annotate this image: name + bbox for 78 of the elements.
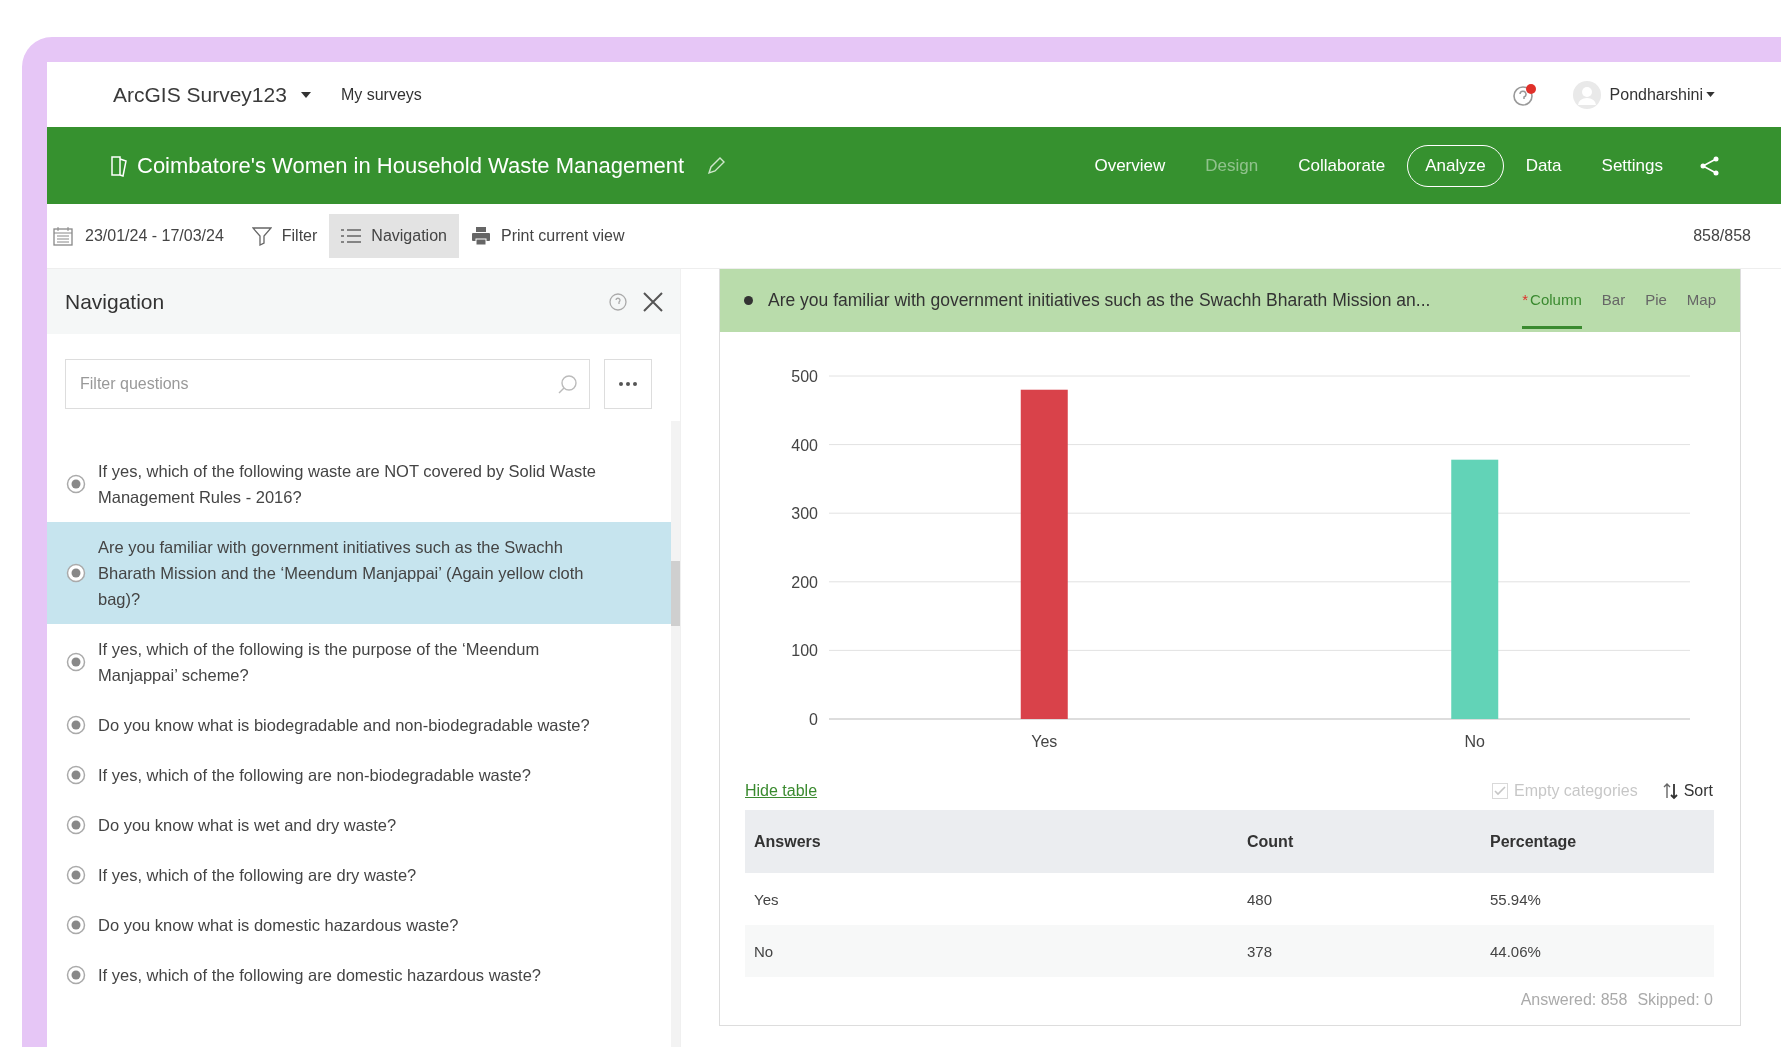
ellipsis-icon — [619, 382, 637, 386]
printer-icon — [470, 226, 491, 246]
record-count: 858/858 — [1693, 227, 1751, 245]
filter-button[interactable]: Filter — [239, 214, 330, 258]
question-item[interactable]: Do you know what is domestic hazardous waste? — [47, 900, 671, 950]
table-cell: 480 — [1238, 873, 1481, 925]
radio-icon — [66, 915, 86, 935]
share-icon[interactable] — [1699, 154, 1721, 177]
list-icon — [341, 228, 362, 244]
skipped-count: Skipped: 0 — [1637, 991, 1713, 1009]
y-tick-label: 100 — [791, 642, 818, 660]
bar[interactable] — [1020, 389, 1068, 719]
close-icon[interactable] — [642, 290, 664, 313]
scrollbar-thumb[interactable] — [671, 561, 680, 626]
calendar-icon[interactable] — [53, 226, 73, 246]
radio-icon — [66, 965, 86, 985]
survey-tab[interactable]: Collaborate — [1280, 144, 1404, 187]
survey-title: Coimbatore's Women in Household Waste Management — [137, 152, 685, 179]
radio-icon — [66, 715, 86, 735]
pencil-icon[interactable] — [706, 155, 727, 176]
date-range[interactable]: 23/01/24 - 17/03/24 — [85, 227, 224, 245]
help-icon[interactable] — [1511, 82, 1538, 107]
question-item[interactable]: Are you familiar with government initiatives such as the Swachh Bharath Mission and the ‘Meendum Manjappai’ (Again yellow cloth bag)? — [47, 522, 671, 624]
survey-tab[interactable]: Settings — [1583, 144, 1681, 187]
filter-icon — [251, 226, 272, 246]
chart-type-tab[interactable]: Map — [1686, 272, 1716, 329]
question-item[interactable]: If yes, which of the following waste are NOT covered by Solid Waste Management Rules - 2016? — [47, 446, 671, 522]
radio-icon — [66, 474, 86, 494]
radio-icon — [66, 815, 86, 835]
survey-tab[interactable]: Overview — [1076, 144, 1184, 187]
x-tick-label: No — [1464, 733, 1485, 750]
question-item[interactable]: If yes, which of the following are non-biodegradable waste? — [47, 750, 671, 800]
table-cell: 44.06% — [1481, 925, 1714, 977]
caret-icon[interactable] — [300, 91, 311, 98]
radio-icon — [66, 563, 86, 583]
survey-icon — [109, 154, 129, 177]
y-tick-label: 400 — [791, 436, 818, 454]
table-cell: No — [745, 925, 1238, 977]
table-cell: 378 — [1238, 925, 1481, 977]
hide-table-link[interactable]: Hide table — [745, 782, 1493, 800]
user-name[interactable]: Pondharshini — [1609, 85, 1703, 104]
y-tick-label: 300 — [791, 505, 818, 523]
sort-icon — [1661, 782, 1680, 800]
survey-tab[interactable]: Data — [1507, 144, 1580, 187]
product-name[interactable]: ArcGIS Survey123 — [113, 82, 287, 107]
column-header: Percentage — [1481, 810, 1714, 873]
question-item[interactable]: Do you know what is wet and dry waste? — [47, 800, 671, 850]
question-item[interactable]: Do you know what is biodegradable and non-biodegradable waste? — [47, 700, 671, 750]
help-icon[interactable] — [608, 291, 628, 312]
question-item[interactable]: If yes, which of the following are domestic hazardous waste? — [47, 950, 671, 1000]
checkbox-icon — [1492, 783, 1509, 799]
answered-count: Answered: 858 — [1520, 991, 1628, 1009]
radio-icon — [66, 652, 86, 672]
y-tick-label: 200 — [791, 573, 818, 591]
y-tick-label: 0 — [809, 711, 818, 728]
my-surveys-link[interactable]: My surveys — [340, 85, 422, 104]
x-tick-label: Yes — [1031, 733, 1058, 750]
chart-type-tab[interactable]: Bar — [1601, 272, 1626, 329]
search-icon[interactable] — [558, 374, 578, 394]
question-item[interactable]: If yes, which of the following are dry waste? — [47, 850, 671, 900]
chart-type-tab[interactable]: Pie — [1645, 272, 1667, 329]
column-header: Answers — [745, 810, 1238, 873]
print-button[interactable]: Print current view — [458, 214, 637, 258]
question-item[interactable]: If yes, which of the following is the purpose of the ‘Meendum Manjappai’ scheme? — [47, 624, 671, 700]
bar[interactable] — [1451, 459, 1499, 719]
navigation-button[interactable]: Navigation — [329, 214, 459, 258]
radio-icon — [66, 865, 86, 885]
caret-icon[interactable] — [1706, 92, 1715, 97]
column-header: Count — [1238, 810, 1481, 873]
table-cell: 55.94% — [1481, 873, 1714, 925]
bullet-icon — [744, 296, 753, 305]
sort-button[interactable]: Sort — [1661, 782, 1713, 800]
radio-icon — [66, 765, 86, 785]
y-tick-label: 500 — [791, 368, 818, 385]
table-cell: Yes — [745, 873, 1238, 925]
question-title: Are you familiar with government initiatives such as the Swachh Bharath Mission an... — [768, 290, 1432, 311]
search-field[interactable]: Filter questions — [65, 359, 590, 409]
panel-title: Navigation — [65, 289, 166, 314]
